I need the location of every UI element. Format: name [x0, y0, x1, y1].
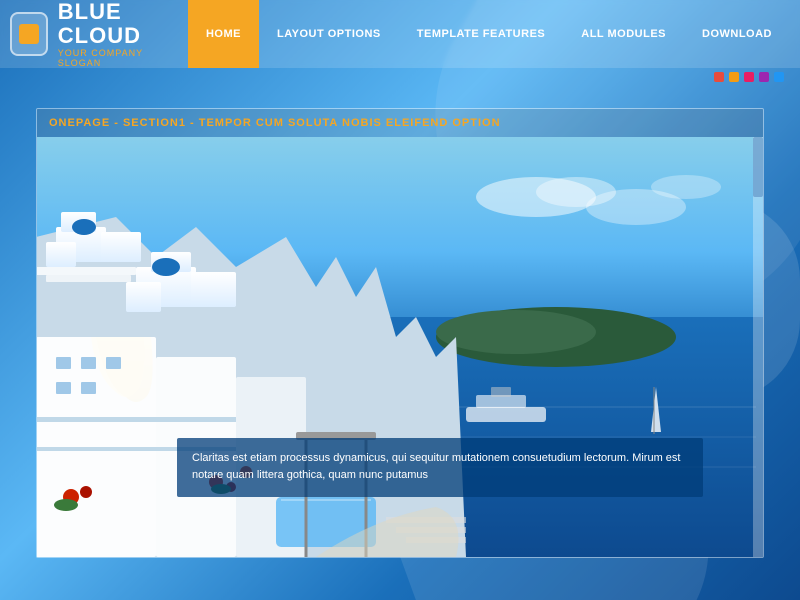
hero-caption: Claritas est etiam processus dynamicus, …	[177, 438, 703, 497]
logo-text-area: BLUE CLOUD YOUR COMPANY SLOGAN	[58, 0, 188, 68]
logo-area: BLUE CLOUD YOUR COMPANY SLOGAN	[10, 0, 188, 68]
nav-item-layout[interactable]: LAYOUT OPTIONS	[259, 0, 399, 68]
main-content: ONEPAGE - SECTION1 - TEMPOR CUM SOLUTA N…	[36, 108, 764, 558]
nav-item-download[interactable]: DOWNLOAD	[684, 0, 790, 68]
logo-icon	[10, 12, 48, 56]
nav-item-template[interactable]: TEMPLATE FEATURES	[399, 0, 563, 68]
scrollbar-thumb[interactable]	[753, 137, 763, 197]
nav-item-modules[interactable]: ALL MODULES	[563, 0, 684, 68]
main-nav: HOME LAYOUT OPTIONS TEMPLATE FEATURES AL…	[188, 0, 790, 68]
hero-image: Claritas est etiam processus dynamicus, …	[37, 137, 763, 557]
nav-item-home[interactable]: HOME	[188, 0, 259, 68]
dot-orange[interactable]	[729, 72, 739, 82]
dot-red[interactable]	[714, 72, 724, 82]
dot-purple[interactable]	[759, 72, 769, 82]
dot-blue[interactable]	[774, 72, 784, 82]
header: BLUE CLOUD YOUR COMPANY SLOGAN HOME LAYO…	[0, 0, 800, 68]
logo-slogan: YOUR COMPANY SLOGAN	[58, 48, 188, 68]
dot-pink[interactable]	[744, 72, 754, 82]
color-dots	[714, 72, 784, 82]
scrollbar-track[interactable]	[753, 137, 763, 557]
logo-title: BLUE CLOUD	[58, 0, 188, 48]
logo-icon-inner	[19, 24, 39, 44]
section-title: ONEPAGE - SECTION1 - TEMPOR CUM SOLUTA N…	[37, 109, 763, 137]
